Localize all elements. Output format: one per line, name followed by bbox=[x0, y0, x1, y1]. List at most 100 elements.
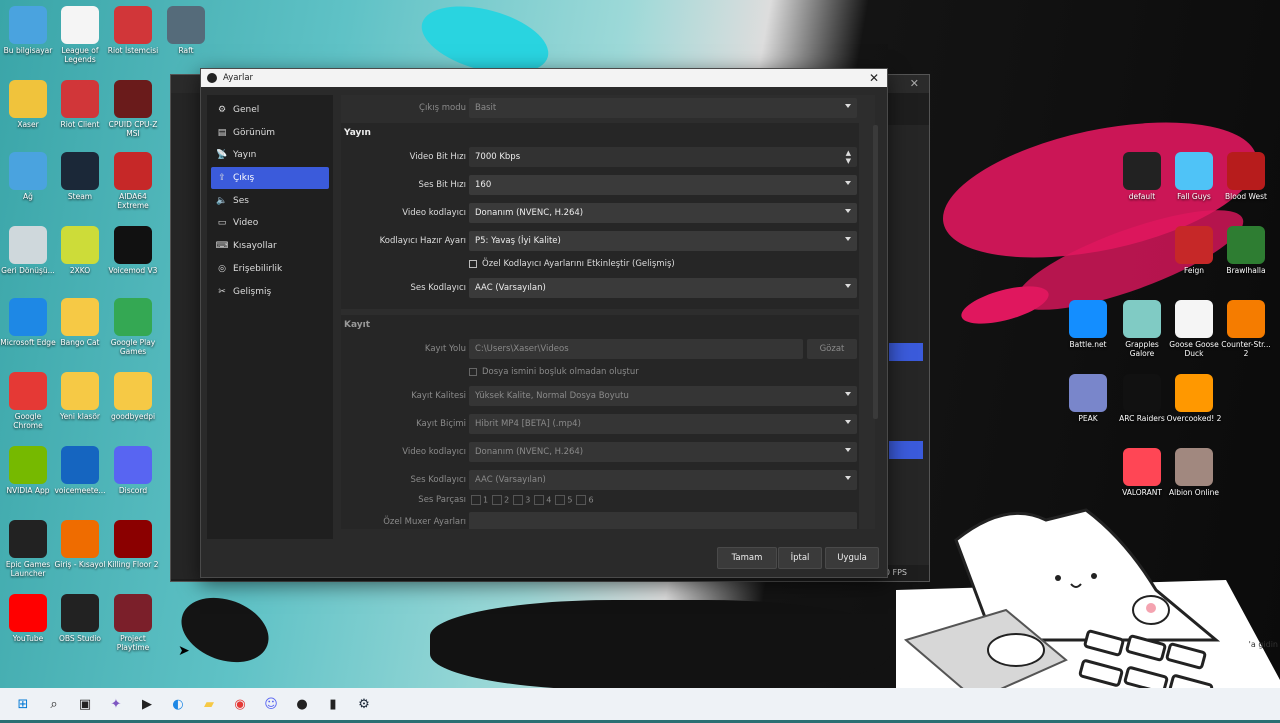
desktop-shortcut[interactable]: OBS Studio bbox=[52, 594, 108, 643]
audio-track-checkbox[interactable]: 6 bbox=[576, 495, 594, 505]
checkbox-icon[interactable] bbox=[534, 495, 545, 505]
desktop-shortcut[interactable]: Bango Cat bbox=[52, 298, 108, 347]
desktop-shortcut[interactable]: 2XKO bbox=[52, 226, 108, 275]
checkbox-icon[interactable] bbox=[469, 260, 477, 268]
obs-selected-item[interactable] bbox=[889, 343, 923, 361]
ok-button[interactable]: Tamam bbox=[717, 547, 777, 569]
desktop-shortcut[interactable]: League of Legends bbox=[52, 6, 108, 64]
desktop-shortcut[interactable]: Voicemod V3 bbox=[105, 226, 161, 275]
desktop-shortcut[interactable]: Yeni klasör bbox=[52, 372, 108, 421]
no-space-checkbox[interactable]: Dosya ismini boşluk olmadan oluştur bbox=[469, 367, 639, 377]
record-video-encoder-select[interactable]: Donanım (NVENC, H.264) bbox=[469, 442, 857, 462]
desktop-shortcut[interactable]: NVIDIA App bbox=[0, 446, 56, 495]
desktop-shortcut[interactable]: Ağ bbox=[0, 152, 56, 201]
desktop-shortcut[interactable]: PEAK bbox=[1060, 374, 1116, 423]
nav-item-4[interactable]: 🔈 Ses bbox=[211, 190, 329, 212]
desktop-shortcut[interactable]: Project Playtime bbox=[105, 594, 161, 652]
obs-selected-item[interactable] bbox=[889, 441, 923, 459]
task-view-icon[interactable]: ▣ bbox=[74, 693, 96, 715]
desktop-shortcut[interactable]: ARC Raiders bbox=[1114, 374, 1170, 423]
desktop-shortcut[interactable]: Fall Guys bbox=[1166, 152, 1222, 201]
epic-games-icon[interactable]: ▮ bbox=[322, 693, 344, 715]
desktop-shortcut[interactable]: default bbox=[1114, 152, 1170, 201]
audio-track-checkbox[interactable]: 5 bbox=[555, 495, 572, 505]
obs-icon[interactable]: ● bbox=[291, 693, 313, 715]
desktop-shortcut[interactable]: Riot İstemcisi bbox=[105, 6, 161, 55]
nav-item-0[interactable]: ⚙ Genel bbox=[211, 99, 329, 121]
close-icon[interactable]: ✕ bbox=[869, 71, 879, 85]
desktop-shortcut[interactable]: Killing Floor 2 bbox=[105, 520, 161, 569]
muxer-input[interactable] bbox=[469, 512, 857, 529]
desktop-shortcut[interactable]: Giriş - Kısayol bbox=[52, 520, 108, 569]
desktop-shortcut[interactable]: YouTube bbox=[0, 594, 56, 643]
desktop-shortcut[interactable]: Albion Online bbox=[1166, 448, 1222, 497]
nav-item-8[interactable]: ✂ Gelişmiş bbox=[211, 281, 329, 303]
browse-button[interactable]: Gözat bbox=[807, 339, 857, 359]
desktop-shortcut[interactable]: Google Play Games bbox=[105, 298, 161, 356]
discord-icon[interactable]: ☺ bbox=[260, 693, 282, 715]
desktop-shortcut[interactable]: goodbyedpi bbox=[105, 372, 161, 421]
audio-track-checkbox[interactable]: 1 bbox=[471, 495, 488, 505]
desktop-shortcut[interactable]: Xaser bbox=[0, 80, 56, 129]
cancel-button[interactable]: İptal bbox=[778, 547, 822, 569]
copilot-icon[interactable]: ✦ bbox=[105, 693, 127, 715]
checkbox-icon[interactable] bbox=[576, 495, 587, 505]
steam-icon[interactable]: ⚙ bbox=[353, 693, 375, 715]
record-format-select[interactable]: Hibrit MP4 [BETA] (.mp4) bbox=[469, 414, 857, 434]
desktop-shortcut[interactable]: Epic Games Launcher bbox=[0, 520, 56, 578]
output-mode-select[interactable]: Basit bbox=[469, 98, 857, 118]
audio-bitrate-select[interactable]: 160 bbox=[469, 175, 857, 195]
nav-item-3[interactable]: ⇪ Çıkış bbox=[211, 167, 329, 190]
edge-icon[interactable]: ◐ bbox=[167, 693, 189, 715]
audio-track-checkbox[interactable]: 3 bbox=[513, 495, 530, 505]
desktop-shortcut[interactable]: Goose Goose Duck bbox=[1166, 300, 1222, 358]
desktop-shortcut[interactable]: Grapples Galore bbox=[1114, 300, 1170, 358]
chrome-icon[interactable]: ◉ bbox=[229, 693, 251, 715]
desktop-shortcut[interactable]: Overcooked! 2 bbox=[1166, 374, 1222, 423]
stream-audio-encoder-select[interactable]: AAC (Varsayılan) bbox=[469, 278, 857, 298]
desktop-shortcut[interactable]: Brawlhalla bbox=[1218, 226, 1274, 275]
desktop-shortcut[interactable]: Discord bbox=[105, 446, 161, 495]
desktop-shortcut[interactable]: Geri Dönüşü... bbox=[0, 226, 56, 275]
search-icon[interactable]: ⌕ bbox=[43, 693, 65, 715]
media-player-icon[interactable]: ▶ bbox=[136, 693, 158, 715]
checkbox-icon[interactable] bbox=[492, 495, 503, 505]
desktop-shortcut[interactable]: voicemeete... bbox=[52, 446, 108, 495]
obs-close-icon[interactable]: ✕ bbox=[910, 77, 919, 90]
audio-track-checkbox[interactable]: 4 bbox=[534, 495, 551, 505]
custom-encoder-checkbox[interactable]: Özel Kodlayıcı Ayarlarını Etkinleştir (G… bbox=[469, 259, 675, 269]
record-audio-encoder-select[interactable]: AAC (Varsayılan) bbox=[469, 470, 857, 490]
desktop-shortcut[interactable]: Microsoft Edge bbox=[0, 298, 56, 347]
desktop-shortcut[interactable]: Blood West bbox=[1218, 152, 1274, 201]
record-path-input[interactable]: C:\Users\Xaser\Videos bbox=[469, 339, 803, 359]
desktop-shortcut[interactable]: Counter-Str... 2 bbox=[1218, 300, 1274, 358]
nav-item-5[interactable]: ▭ Video bbox=[211, 212, 329, 234]
desktop-shortcut[interactable]: Riot Client bbox=[52, 80, 108, 129]
content-scrollbar[interactable] bbox=[873, 125, 878, 419]
file-explorer-icon[interactable]: ▰ bbox=[198, 693, 220, 715]
nav-item-6[interactable]: ⌨ Kısayollar bbox=[211, 235, 329, 257]
desktop-shortcut[interactable]: Bu bilgisayar bbox=[0, 6, 56, 55]
windows-start-icon[interactable]: ⊞ bbox=[12, 693, 34, 715]
desktop-shortcut[interactable]: VALORANT bbox=[1114, 448, 1170, 497]
checkbox-icon[interactable] bbox=[471, 495, 481, 505]
desktop-shortcut[interactable]: Steam bbox=[52, 152, 108, 201]
record-quality-select[interactable]: Yüksek Kalite, Normal Dosya Boyutu bbox=[469, 386, 857, 406]
video-bitrate-spinbox[interactable]: 7000 Kbps ▲ ▼ bbox=[469, 147, 857, 167]
desktop-shortcut[interactable]: Google Chrome bbox=[0, 372, 56, 430]
desktop-shortcut[interactable]: CPUID CPU-Z MSI bbox=[105, 80, 161, 138]
audio-track-checkbox[interactable]: 2 bbox=[492, 495, 509, 505]
checkbox-icon[interactable] bbox=[555, 495, 566, 505]
audio-track-checkboxes[interactable]: 1 2 3 4 5 6 bbox=[471, 495, 594, 505]
dialog-titlebar[interactable]: Ayarlar ✕ bbox=[201, 69, 887, 87]
nav-item-7[interactable]: ◎ Erişebilirlik bbox=[211, 258, 329, 280]
spinner-arrows-icon[interactable]: ▲ ▼ bbox=[846, 149, 851, 165]
desktop-shortcut[interactable]: Battle.net bbox=[1060, 300, 1116, 349]
desktop-shortcut[interactable]: Feign bbox=[1166, 226, 1222, 275]
nav-item-1[interactable]: ▤ Görünüm bbox=[211, 122, 329, 144]
nav-item-2[interactable]: 📡 Yayın bbox=[211, 144, 329, 166]
apply-button[interactable]: Uygula bbox=[825, 547, 879, 569]
desktop-shortcut[interactable]: Raft bbox=[158, 6, 214, 55]
encoder-preset-select[interactable]: P5: Yavaş (İyi Kalite) bbox=[469, 231, 857, 251]
checkbox-icon[interactable] bbox=[513, 495, 524, 505]
